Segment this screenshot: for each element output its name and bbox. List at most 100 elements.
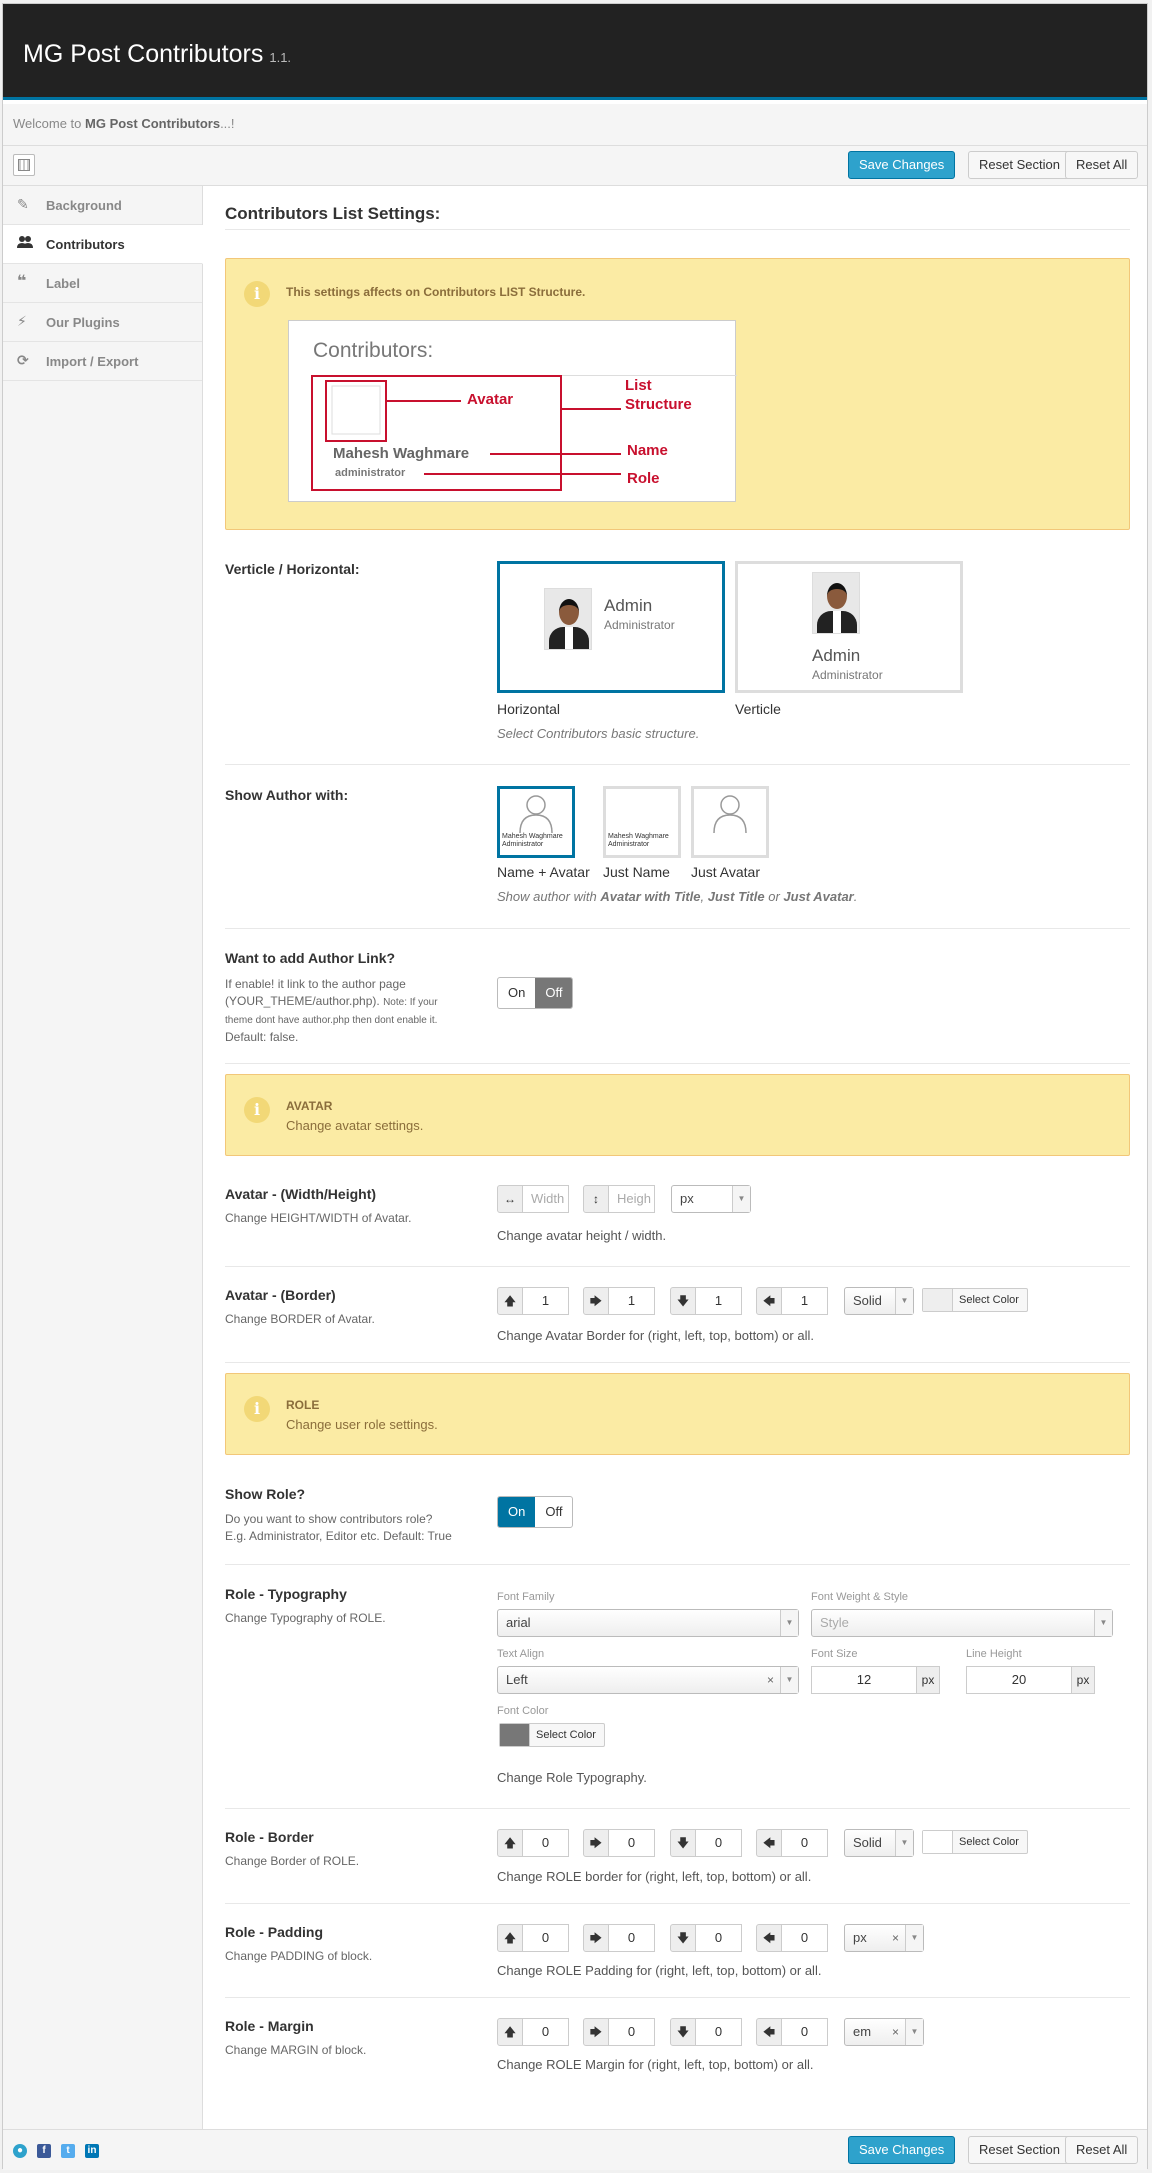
role-border-right-input[interactable]: 🡆 0 <box>583 1829 655 1857</box>
sidebar-item-import-export[interactable]: ⟳ Import / Export <box>3 342 202 381</box>
font-weight-select[interactable]: Style ▼ <box>811 1609 1113 1637</box>
height-field[interactable]: Heigh <box>609 1185 655 1213</box>
toggle-on[interactable]: On <box>498 1497 536 1527</box>
border-right-field[interactable]: 1 <box>609 1287 655 1315</box>
sidebar-item-background[interactable]: ✎ Background <box>3 186 202 225</box>
border-top-field[interactable]: 0 <box>523 1829 569 1857</box>
divider <box>225 229 1130 230</box>
page-title: MG Post Contributors 1.1. <box>23 40 292 68</box>
layout-option-horizontal[interactable]: Admin Administrator <box>497 561 725 693</box>
author-link-title: Want to add Author Link? <box>225 950 396 966</box>
font-color-picker[interactable]: Select Color <box>499 1723 605 1747</box>
padding-left-field[interactable]: 0 <box>782 1924 828 1952</box>
margin-bottom-field[interactable]: 0 <box>696 2018 742 2046</box>
role-margin-title: Role - Margin <box>225 2018 314 2034</box>
font-color-label: Font Color <box>497 1705 549 1717</box>
author-option-just-name[interactable]: Mahesh Waghmare Administrator <box>603 786 681 858</box>
section-title: Contributors List Settings: <box>225 204 441 223</box>
margin-top-field[interactable]: 0 <box>523 2018 569 2046</box>
sidebar-item-contributors[interactable]: Contributors <box>3 225 203 264</box>
footer-save-changes-button[interactable]: Save Changes <box>848 2136 956 2164</box>
font-weight-label: Font Weight & Style <box>811 1591 909 1603</box>
avatar-border-color-picker[interactable]: Select Color <box>922 1288 1028 1312</box>
author-link-toggle[interactable]: On Off <box>497 977 574 1009</box>
line-height-input[interactable]: 20 <box>966 1666 1072 1694</box>
show-role-toggle[interactable]: On Off <box>497 1496 574 1528</box>
border-right-field[interactable]: 0 <box>609 1829 655 1857</box>
reset-all-button[interactable]: Reset All <box>1065 151 1139 179</box>
padding-right-field[interactable]: 0 <box>609 1924 655 1952</box>
avatar-height-input[interactable]: ↕ Heigh <box>583 1185 655 1213</box>
expand-options-button[interactable] <box>13 154 35 176</box>
avatar-border-left-input[interactable]: 🡄 1 <box>756 1287 828 1315</box>
footer-reset-all-button[interactable]: Reset All <box>1065 2136 1139 2164</box>
role-typography-help: Change Role Typography. <box>497 1770 647 1785</box>
font-size-unit: px <box>916 1666 940 1694</box>
color-swatch <box>923 1289 953 1311</box>
arrow-right-icon: 🡆 <box>583 2018 609 2046</box>
role-padding-unit-select[interactable]: px × ▼ <box>844 1924 924 1952</box>
role-border-color-picker[interactable]: Select Color <box>922 1830 1028 1854</box>
padding-bottom-field[interactable]: 0 <box>696 1924 742 1952</box>
margin-right-field[interactable]: 0 <box>609 2018 655 2046</box>
role-padding-right-input[interactable]: 🡆 0 <box>583 1924 655 1952</box>
footer-reset-section-button[interactable]: Reset Section <box>968 2136 1071 2164</box>
linkedin-icon[interactable]: in <box>85 2144 99 2158</box>
reset-section-button[interactable]: Reset Section <box>968 151 1071 179</box>
github-icon[interactable]: ● <box>13 2144 27 2158</box>
role-border-style-select[interactable]: Solid ▼ <box>844 1829 914 1857</box>
role-margin-top-input[interactable]: 🡅 0 <box>497 2018 569 2046</box>
twitter-icon[interactable]: t <box>61 2144 75 2158</box>
toggle-off[interactable]: Off <box>535 978 573 1008</box>
margin-left-field[interactable]: 0 <box>782 2018 828 2046</box>
role-border-left-input[interactable]: 🡄 0 <box>756 1829 828 1857</box>
role-padding-bottom-input[interactable]: 🡇 0 <box>670 1924 742 1952</box>
toggle-on[interactable]: On <box>498 978 535 1008</box>
role-border-bottom-input[interactable]: 🡇 0 <box>670 1829 742 1857</box>
role-border-top-input[interactable]: 🡅 0 <box>497 1829 569 1857</box>
role-margin-right-input[interactable]: 🡆 0 <box>583 2018 655 2046</box>
border-left-field[interactable]: 1 <box>782 1287 828 1315</box>
role-padding-title: Role - Padding <box>225 1924 323 1940</box>
arrow-right-icon: 🡆 <box>583 1924 609 1952</box>
avatar-unit-select[interactable]: px ▼ <box>671 1185 751 1213</box>
chevron-down-icon: ▼ <box>895 1830 913 1856</box>
avatar-width-input[interactable]: ↔ Width <box>497 1185 569 1213</box>
avatar-border-bottom-input[interactable]: 🡇 1 <box>670 1287 742 1315</box>
clear-icon[interactable]: × <box>767 1673 774 1687</box>
info-icon: i <box>244 281 270 307</box>
toggle-off[interactable]: Off <box>535 1497 572 1527</box>
role-margin-unit-select[interactable]: em × ▼ <box>844 2018 924 2046</box>
text-align-select[interactable]: Left × ▼ <box>497 1666 799 1694</box>
author-label-just-avatar: Just Avatar <box>691 864 761 880</box>
role-margin-left-input[interactable]: 🡄 0 <box>756 2018 828 2046</box>
width-field[interactable]: Width <box>523 1185 569 1213</box>
role-margin-bottom-input[interactable]: 🡇 0 <box>670 2018 742 2046</box>
save-changes-button[interactable]: Save Changes <box>848 151 956 179</box>
sidebar-item-label[interactable]: ❝ Label <box>3 264 202 303</box>
author-caption: Mahesh Waghmare Administrator <box>608 833 669 848</box>
avatar-border-style-select[interactable]: Solid ▼ <box>844 1287 914 1315</box>
border-top-field[interactable]: 1 <box>523 1287 569 1315</box>
notice-desc: Change avatar settings. <box>286 1118 424 1133</box>
border-bottom-field[interactable]: 1 <box>696 1287 742 1315</box>
divider <box>225 1362 1130 1363</box>
padding-top-field[interactable]: 0 <box>523 1924 569 1952</box>
sidebar-item-our-plugins[interactable]: ⚡ Our Plugins <box>3 303 202 342</box>
clear-icon[interactable]: × <box>892 1931 899 1945</box>
border-left-field[interactable]: 0 <box>782 1829 828 1857</box>
facebook-icon[interactable]: f <box>37 2144 51 2158</box>
role-padding-top-input[interactable]: 🡅 0 <box>497 1924 569 1952</box>
clear-icon[interactable]: × <box>892 2025 899 2039</box>
border-bottom-field[interactable]: 0 <box>696 1829 742 1857</box>
font-size-input[interactable]: 12 <box>811 1666 917 1694</box>
divider <box>225 1564 1130 1565</box>
divider <box>225 1997 1130 1998</box>
font-family-select[interactable]: arial ▼ <box>497 1609 799 1637</box>
layout-option-verticle[interactable]: Admin Administrator <box>735 561 963 693</box>
role-padding-left-input[interactable]: 🡄 0 <box>756 1924 828 1952</box>
avatar-border-top-input[interactable]: 🡅 1 <box>497 1287 569 1315</box>
avatar-border-right-input[interactable]: 🡆 1 <box>583 1287 655 1315</box>
author-option-name-avatar[interactable]: Mahesh Waghmare Administrator <box>497 786 575 858</box>
author-option-just-avatar[interactable] <box>691 786 769 858</box>
